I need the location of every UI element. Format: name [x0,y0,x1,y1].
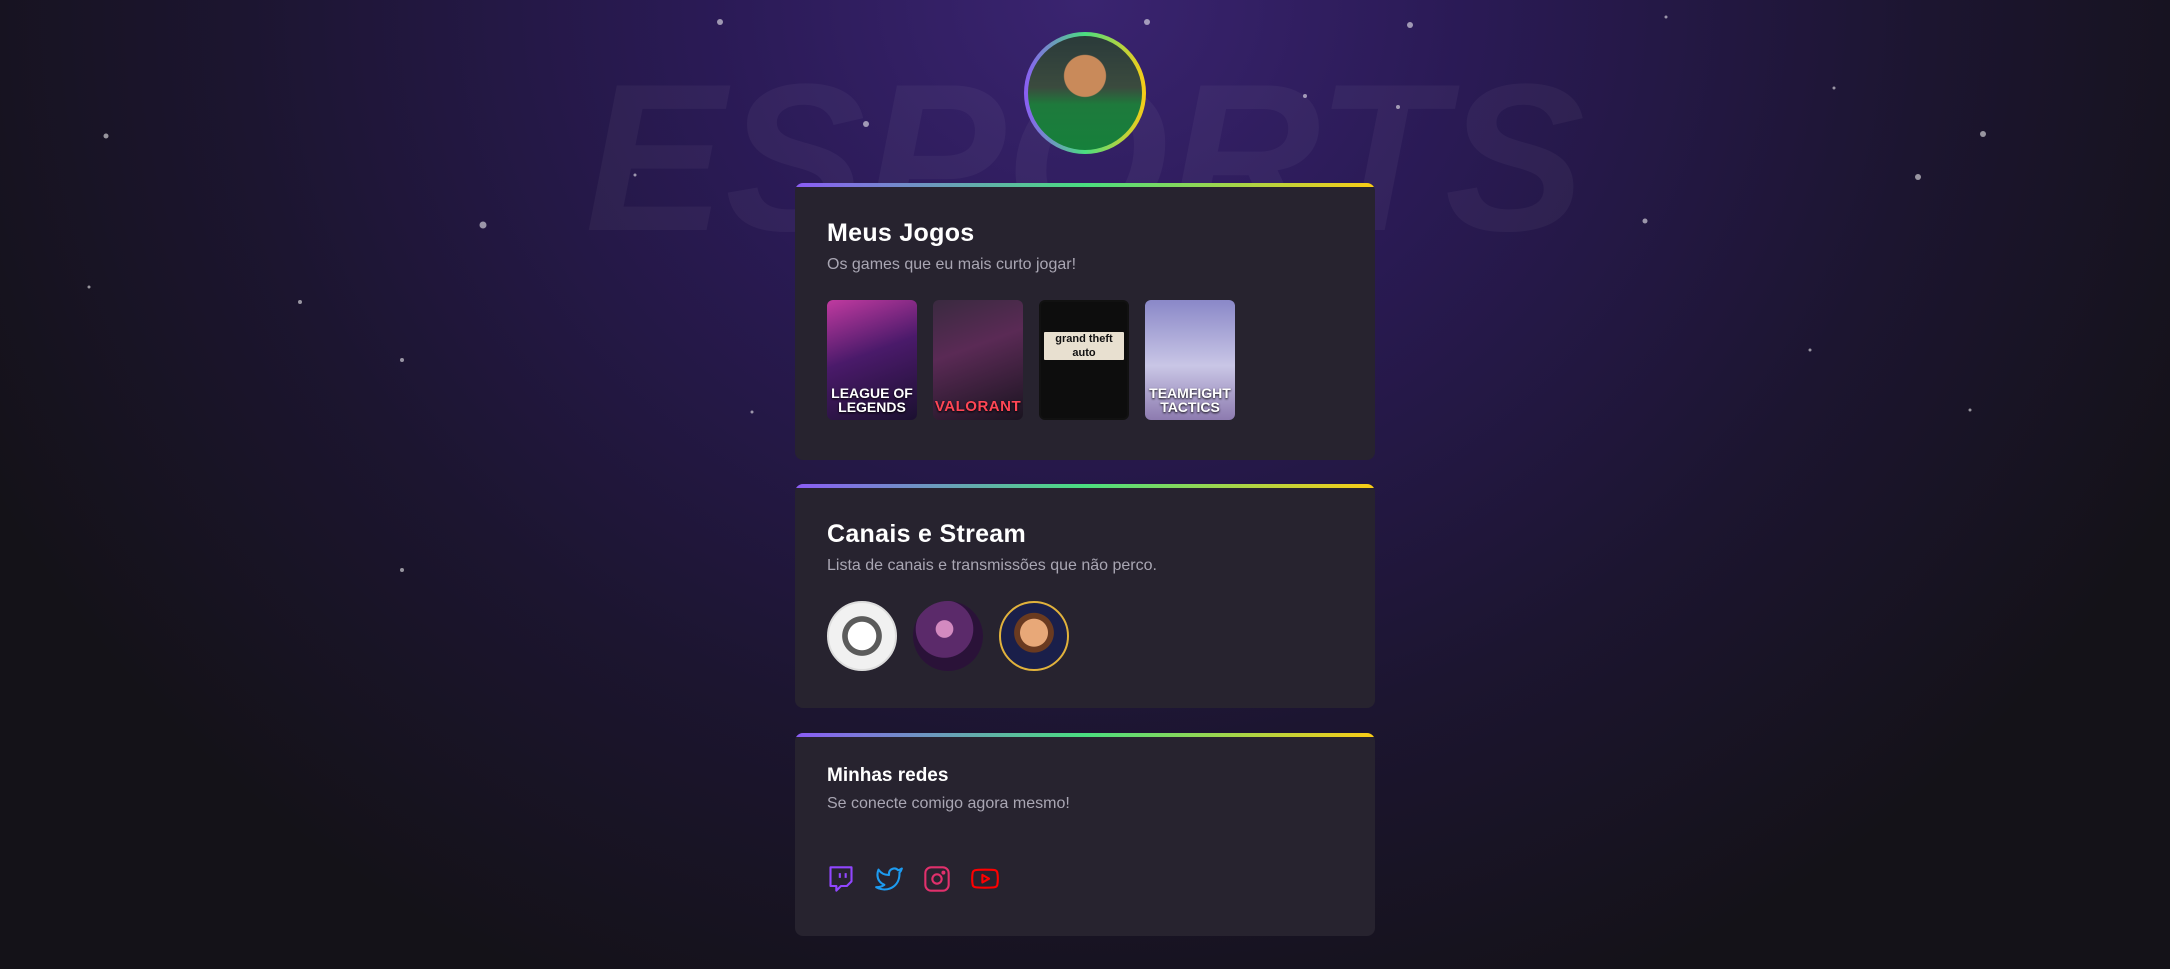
game-label: VALORANT [934,398,1022,415]
socials-card-title: Minhas redes [827,765,949,786]
instagram-icon[interactable] [923,865,951,893]
games-card-title: Meus Jogos [827,219,975,247]
socials-card-subtitle: Se conecte comigo agora mesmo! [827,795,1070,812]
youtube-icon[interactable] [971,865,999,893]
channel-streamer-photo-icon[interactable] [913,601,983,671]
socials-card: Minhas redes Se conecte comigo agora mes… [795,733,1375,936]
game-label: grand theft auto [1055,333,1113,360]
channels-card-subtitle: Lista de canais e transmissões que não p… [827,557,1157,574]
twitter-icon[interactable] [875,865,903,893]
game-label: TEAMFIGHT TACTICS [1149,385,1231,415]
channels-list [827,601,1343,671]
games-list: LEAGUE OF LEGENDS VALORANT grand theft a… [827,300,1343,420]
games-card: Meus Jogos Os games que eu mais curto jo… [795,183,1375,460]
game-card-valorant[interactable]: VALORANT [933,300,1023,420]
twitch-icon[interactable] [827,865,855,893]
game-card-league-of-legends[interactable]: LEAGUE OF LEGENDS [827,300,917,420]
profile-avatar [1024,32,1146,154]
channel-tiger-logo-icon[interactable] [827,601,897,671]
games-card-subtitle: Os games que eu mais curto jogar! [827,256,1077,273]
social-links [827,865,1343,893]
channels-card: Canais e Stream Lista de canais e transm… [795,484,1375,708]
channels-card-title: Canais e Stream [827,520,1027,548]
game-card-teamfight-tactics[interactable]: TEAMFIGHT TACTICS [1145,300,1235,420]
channel-cartoon-avatar-icon[interactable] [999,601,1069,671]
game-label: LEAGUE OF LEGENDS [831,385,913,415]
game-card-gta-v[interactable]: grand theft auto [1039,300,1129,420]
profile-photo-icon [1028,36,1142,150]
